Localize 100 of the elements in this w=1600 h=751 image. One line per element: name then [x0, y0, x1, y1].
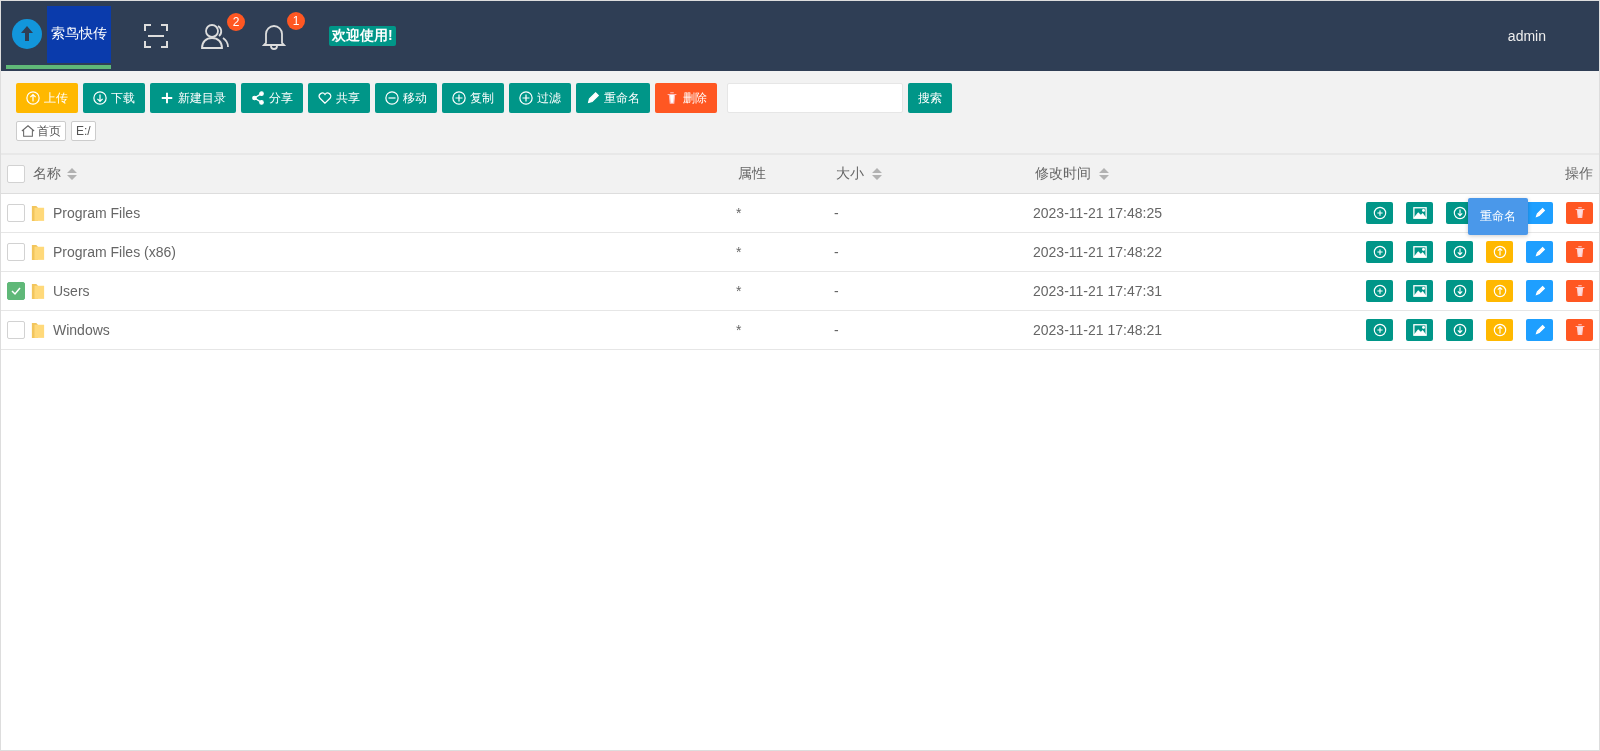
attribute-cell: *: [736, 244, 742, 260]
row-checkbox[interactable]: [7, 243, 25, 261]
pencil-icon: [1532, 245, 1547, 259]
sort-icon[interactable]: [67, 168, 77, 180]
delete-action-button[interactable]: [1566, 319, 1593, 341]
upload-arrow-logo-icon: [12, 19, 42, 49]
image-action-button[interactable]: [1406, 202, 1433, 224]
delete-action-button[interactable]: [1566, 241, 1593, 263]
download-circle-icon: [93, 91, 107, 105]
toolbar-button[interactable]: 新建目录: [150, 83, 236, 113]
search-button[interactable]: 搜索: [908, 83, 952, 113]
column-header[interactable]: 大小: [836, 165, 864, 183]
upload-action-button[interactable]: [1486, 280, 1513, 302]
breadcrumb-link[interactable]: 首页: [16, 121, 66, 141]
pencil-icon: [586, 91, 600, 105]
edit-action-button[interactable]: [1526, 241, 1553, 263]
toolbar-button[interactable]: 移动: [375, 83, 437, 113]
breadcrumb-link[interactable]: E:/: [71, 121, 96, 141]
tooltip: 重命名: [1468, 198, 1528, 235]
row-checkbox[interactable]: [7, 282, 25, 300]
row-checkbox[interactable]: [7, 204, 25, 222]
add-action-button[interactable]: [1366, 280, 1393, 302]
home-icon: [21, 124, 35, 138]
column-header: 操作: [1565, 165, 1593, 183]
toolbar-button[interactable]: 删除: [655, 83, 717, 113]
folder-icon: [31, 242, 45, 262]
plus-circle-icon: [1372, 206, 1387, 220]
modified-time-cell: 2023-11-21 17:48:25: [1033, 205, 1162, 221]
download-circle-icon: [1452, 284, 1467, 298]
add-action-button[interactable]: [1366, 202, 1393, 224]
image-icon: [1412, 245, 1427, 259]
select-all-checkbox[interactable]: [7, 165, 25, 183]
pencil-icon: [1532, 206, 1547, 220]
add-action-button[interactable]: [1366, 319, 1393, 341]
file-name[interactable]: Program Files: [53, 205, 141, 221]
download-circle-icon: [1452, 245, 1467, 259]
edit-action-button[interactable]: [1526, 202, 1553, 224]
size-cell: -: [834, 283, 839, 299]
download-circle-icon: [1452, 323, 1467, 337]
size-cell: -: [834, 244, 839, 260]
folder-icon: [31, 203, 45, 223]
app-name: 索鸟快传: [47, 5, 111, 63]
download-action-button[interactable]: [1446, 241, 1473, 263]
column-header[interactable]: 属性: [738, 165, 766, 183]
column-header[interactable]: 名称: [33, 165, 61, 183]
delete-action-button[interactable]: [1566, 202, 1593, 224]
folder-icon: [31, 281, 45, 301]
edit-action-button[interactable]: [1526, 319, 1553, 341]
upload-circle-icon: [1492, 284, 1507, 298]
image-icon: [1412, 323, 1427, 337]
toolbar-button[interactable]: 重命名: [576, 83, 650, 113]
add-action-button[interactable]: [1366, 241, 1393, 263]
share-icon: [251, 91, 265, 105]
image-icon: [1412, 206, 1427, 220]
notification-badge: 1: [287, 12, 305, 30]
row-checkbox[interactable]: [7, 321, 25, 339]
size-cell: -: [834, 205, 839, 221]
upload-circle-icon: [1492, 245, 1507, 259]
modified-time-cell: 2023-11-21 17:48:22: [1033, 244, 1162, 260]
image-action-button[interactable]: [1406, 280, 1433, 302]
toolbar-button[interactable]: 过滤: [509, 83, 571, 113]
plus-icon: [160, 91, 174, 105]
upload-action-button[interactable]: [1486, 241, 1513, 263]
download-circle-icon: [1452, 206, 1467, 220]
users-icon[interactable]: [201, 23, 229, 49]
sort-icon[interactable]: [872, 168, 882, 180]
image-action-button[interactable]: [1406, 319, 1433, 341]
image-action-button[interactable]: [1406, 241, 1433, 263]
upload-action-button[interactable]: [1486, 319, 1513, 341]
modified-time-cell: 2023-11-21 17:48:21: [1033, 322, 1162, 338]
upload-circle-icon: [26, 91, 40, 105]
upload-circle-icon: [1492, 323, 1507, 337]
pencil-icon: [1532, 323, 1547, 337]
plus-circle-icon: [519, 91, 533, 105]
toolbar-button[interactable]: 共享: [308, 83, 370, 113]
download-action-button[interactable]: [1446, 319, 1473, 341]
sort-icon[interactable]: [1099, 168, 1109, 180]
welcome-tag: 欢迎使用!: [329, 26, 396, 46]
file-name[interactable]: Windows: [53, 322, 110, 338]
toolbar-button[interactable]: 分享: [241, 83, 303, 113]
search-field[interactable]: [727, 83, 903, 113]
toolbar-button[interactable]: 下载: [83, 83, 145, 113]
bell-icon[interactable]: [261, 22, 287, 50]
scan-icon[interactable]: [143, 23, 169, 49]
column-header[interactable]: 修改时间: [1035, 165, 1091, 183]
file-name[interactable]: Users: [53, 283, 90, 299]
pencil-icon: [1532, 284, 1547, 298]
edit-action-button[interactable]: [1526, 280, 1553, 302]
plus-circle-icon: [1372, 245, 1387, 259]
image-icon: [1412, 284, 1427, 298]
toolbar-button[interactable]: 复制: [442, 83, 504, 113]
attribute-cell: *: [736, 283, 742, 299]
size-cell: -: [834, 322, 839, 338]
plus-circle-icon: [1372, 284, 1387, 298]
trash-icon: [665, 91, 679, 105]
delete-action-button[interactable]: [1566, 280, 1593, 302]
folder-icon: [31, 320, 45, 340]
download-action-button[interactable]: [1446, 280, 1473, 302]
file-name[interactable]: Program Files (x86): [53, 244, 176, 260]
user-name[interactable]: admin: [1507, 28, 1546, 44]
